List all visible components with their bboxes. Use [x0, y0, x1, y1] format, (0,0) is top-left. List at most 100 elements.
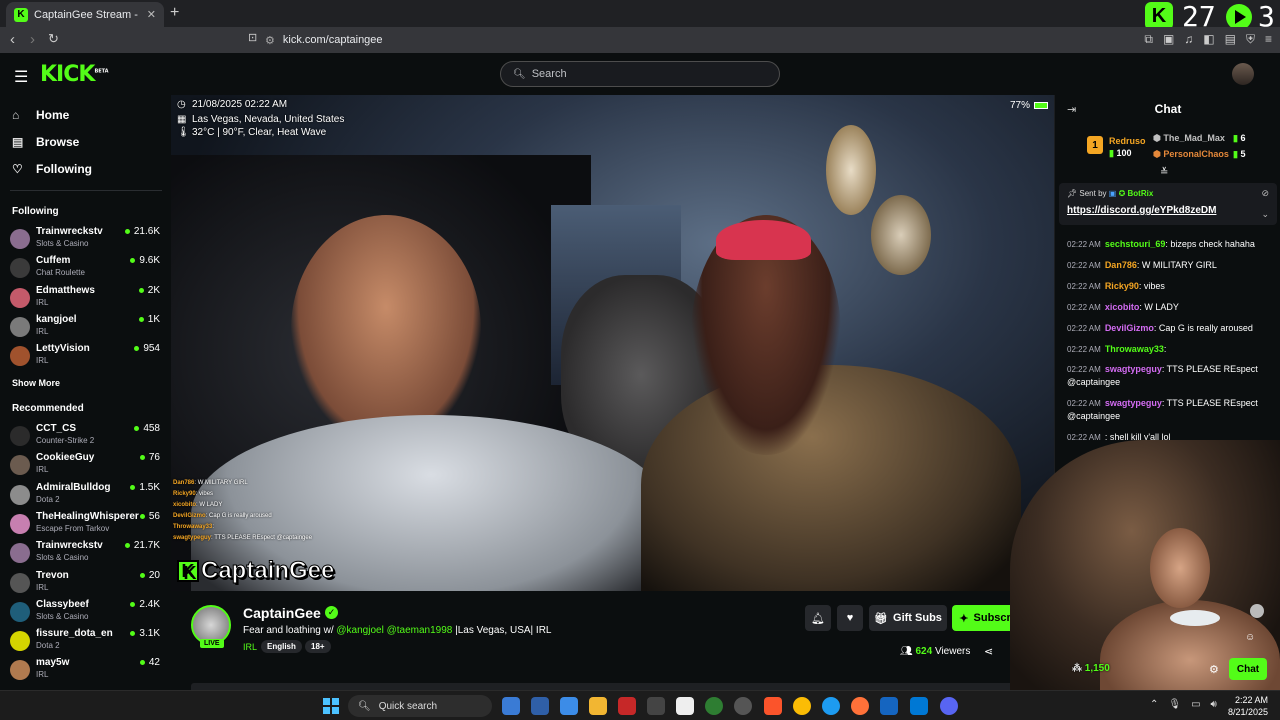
mention-link[interactable]: @taeman1998	[387, 625, 453, 636]
taskbar-app-icon[interactable]	[880, 697, 898, 715]
nav-following[interactable]: ♡ Following	[12, 162, 92, 176]
network-icon[interactable]: ▭	[1191, 699, 1200, 710]
channel-category: IRL	[36, 297, 49, 307]
mini-chat-line: xicobito: W LADY	[173, 502, 323, 508]
reload-icon[interactable]: ↻	[48, 31, 59, 47]
user-avatar[interactable]	[1232, 63, 1254, 85]
firefox-icon[interactable]	[851, 697, 869, 715]
vscode-icon[interactable]	[910, 697, 928, 715]
discord-icon[interactable]	[940, 697, 958, 715]
chevron-down-icon[interactable]: ⌄	[1261, 209, 1269, 220]
sidebar-channel[interactable]: Trainwreckstv Slots & Casino 21.6K	[10, 226, 160, 254]
search-input[interactable]: 🔍︎ Search	[500, 61, 780, 87]
follow-button[interactable]: ♥	[837, 605, 863, 631]
chat-username[interactable]: swagtypeguy	[1105, 398, 1162, 408]
tab-close-icon[interactable]: ✕	[147, 8, 156, 21]
new-tab-button[interactable]: +	[170, 4, 179, 22]
tag-18plus[interactable]: 18+	[305, 640, 331, 653]
back-icon[interactable]: ‹	[10, 31, 15, 48]
taskbar-app-icon[interactable]	[618, 697, 636, 715]
share-icon[interactable]: ⋖	[984, 645, 993, 658]
sidebar-channel[interactable]: Trainwreckstv Slots & Casino 21.7K	[10, 540, 160, 568]
sidebar-channel[interactable]: Trevon IRL 20	[10, 570, 160, 598]
taskbar-search[interactable]: 🔍︎ Quick search	[348, 695, 492, 717]
live-dot-icon	[139, 572, 145, 578]
category-link[interactable]: IRL	[243, 642, 257, 652]
expand-leaderboard-icon[interactable]: ≚	[1160, 167, 1168, 178]
url-field[interactable]: ⚙ kick.com/captaingee	[265, 30, 985, 50]
video-player[interactable]: ◷ 21/08/2025 02:22 AM ▦ Las Vegas, Nevad…	[171, 95, 1054, 591]
chat-settings-icon[interactable]: ⚙	[1209, 663, 1219, 676]
forward-icon[interactable]: ›	[30, 31, 35, 48]
chat-username[interactable]: sechstouri_69	[1105, 239, 1166, 249]
channel-category: Slots & Casino	[36, 553, 89, 563]
sidebar-channel[interactable]: Edmatthews IRL 2K	[10, 285, 160, 313]
chevron-up-icon[interactable]: ⌃	[1150, 699, 1158, 710]
bot-name[interactable]: BotRix	[1128, 189, 1154, 198]
chrome-icon[interactable]	[793, 697, 811, 715]
chat-username[interactable]: Dan786	[1105, 260, 1137, 270]
bookmark-icon[interactable]: ⊡	[248, 31, 257, 44]
chat-username[interactable]: DevilGizmo	[1105, 323, 1154, 333]
chat-username[interactable]: Throwaway33	[1105, 344, 1164, 354]
send-chat-button[interactable]: Chat	[1229, 658, 1267, 680]
nav-browse[interactable]: ▤ Browse	[12, 135, 79, 149]
pinned-link[interactable]: https://discord.gg/eYPkd8zeDM	[1067, 205, 1216, 216]
media-icon[interactable]: ♫	[1184, 32, 1193, 47]
edge-icon[interactable]	[822, 697, 840, 715]
sidebar-channel[interactable]: CookieeGuy IRL 76	[10, 452, 160, 480]
chat-username[interactable]: Ricky90	[1105, 281, 1139, 291]
sidebar-channel[interactable]: AdmiralBulldog Dota 2 1.5K	[10, 482, 160, 510]
chat-username[interactable]: xicobito	[1105, 302, 1140, 312]
wallet-icon[interactable]: ▤	[1225, 32, 1236, 47]
sidebar-channel[interactable]: may5w IRL 42	[10, 657, 160, 685]
chat-message: 02:22 AM swagtypeguy: TTS PLEASE REspect …	[1067, 363, 1277, 389]
sidebar-channel[interactable]: kangjoel IRL 1K	[10, 314, 160, 342]
site-info-icon[interactable]: ⚙	[265, 34, 275, 47]
gift-subs-button[interactable]: 🎁︎ Gift Subs	[869, 605, 947, 631]
mention-link[interactable]: @kangjoel	[336, 625, 383, 636]
sidebar-channel[interactable]: LettyVision IRL 954	[10, 343, 160, 371]
vpn-icon[interactable]: ⛨	[1246, 32, 1255, 47]
microphone-icon[interactable]: 🎙︎	[1168, 699, 1181, 710]
sidebar-channel[interactable]: CCT_CS Counter-Strike 2 458	[10, 423, 160, 451]
emoji-icon[interactable]: ☺	[1245, 632, 1255, 643]
notification-bell-button[interactable]: 🔔︎	[805, 605, 831, 631]
nav-home[interactable]: ⌂ Home	[12, 108, 69, 122]
volume-icon[interactable]: 🔊︎	[1211, 699, 1217, 710]
taskbar-app-icon[interactable]	[560, 697, 578, 715]
menu-toggle-icon[interactable]: ☰	[14, 67, 28, 87]
taskbar-app-icon[interactable]	[647, 697, 665, 715]
taskbar-app-icon[interactable]	[734, 697, 752, 715]
channel-name[interactable]: CaptainGee	[243, 605, 321, 621]
taskbar-app-icon[interactable]	[502, 697, 520, 715]
tab-title: CaptainGee Stream - Watch Liv	[34, 8, 141, 21]
leaderboard-name[interactable]: ⬢ The_Mad_Max	[1153, 133, 1225, 144]
home-icon: ⌂	[12, 108, 20, 122]
brave-browser-icon[interactable]	[764, 697, 782, 715]
taskbar-app-icon[interactable]	[676, 697, 694, 715]
sidebar-channel[interactable]: Cuffem Chat Roulette 9.6K	[10, 255, 160, 283]
leaderboard-name[interactable]: Redruso	[1109, 136, 1146, 146]
tag-english[interactable]: English	[261, 640, 302, 653]
sidebar-channel[interactable]: TheHealingWhisperer Escape From Tarkov 56	[10, 511, 160, 539]
menu-icon[interactable]: ≡	[1265, 32, 1272, 47]
sidebar-icon[interactable]: ◧	[1203, 32, 1214, 47]
kick-logo[interactable]: KICKBETA	[40, 62, 109, 87]
emote-picker-icon[interactable]	[1250, 604, 1264, 618]
browser-tab[interactable]: K CaptainGee Stream - Watch Liv ✕	[6, 2, 164, 27]
file-explorer-icon[interactable]	[589, 697, 607, 715]
screenshot-icon[interactable]: ▣	[1163, 32, 1174, 47]
show-more-link[interactable]: Show More	[12, 378, 60, 388]
leaderboard-name[interactable]: ⬢ PersonalChaos	[1153, 149, 1229, 160]
unpin-icon[interactable]: ⊘	[1261, 188, 1269, 199]
taskbar-clock[interactable]: 2:22 AM 8/21/2025	[1222, 694, 1268, 718]
sidebar-channel[interactable]: fissure_dota_en Dota 2 3.1K	[10, 628, 160, 656]
leaderboard-count: ▮ 6	[1233, 133, 1245, 144]
chat-username[interactable]: swagtypeguy	[1105, 364, 1162, 374]
windows-start-icon[interactable]	[323, 698, 339, 714]
taskbar-app-icon[interactable]	[705, 697, 723, 715]
sidebar-channel[interactable]: Classybeef Slots & Casino 2.4K	[10, 599, 160, 627]
extensions-icon[interactable]: ⧉	[1144, 32, 1153, 47]
taskbar-app-icon[interactable]	[531, 697, 549, 715]
